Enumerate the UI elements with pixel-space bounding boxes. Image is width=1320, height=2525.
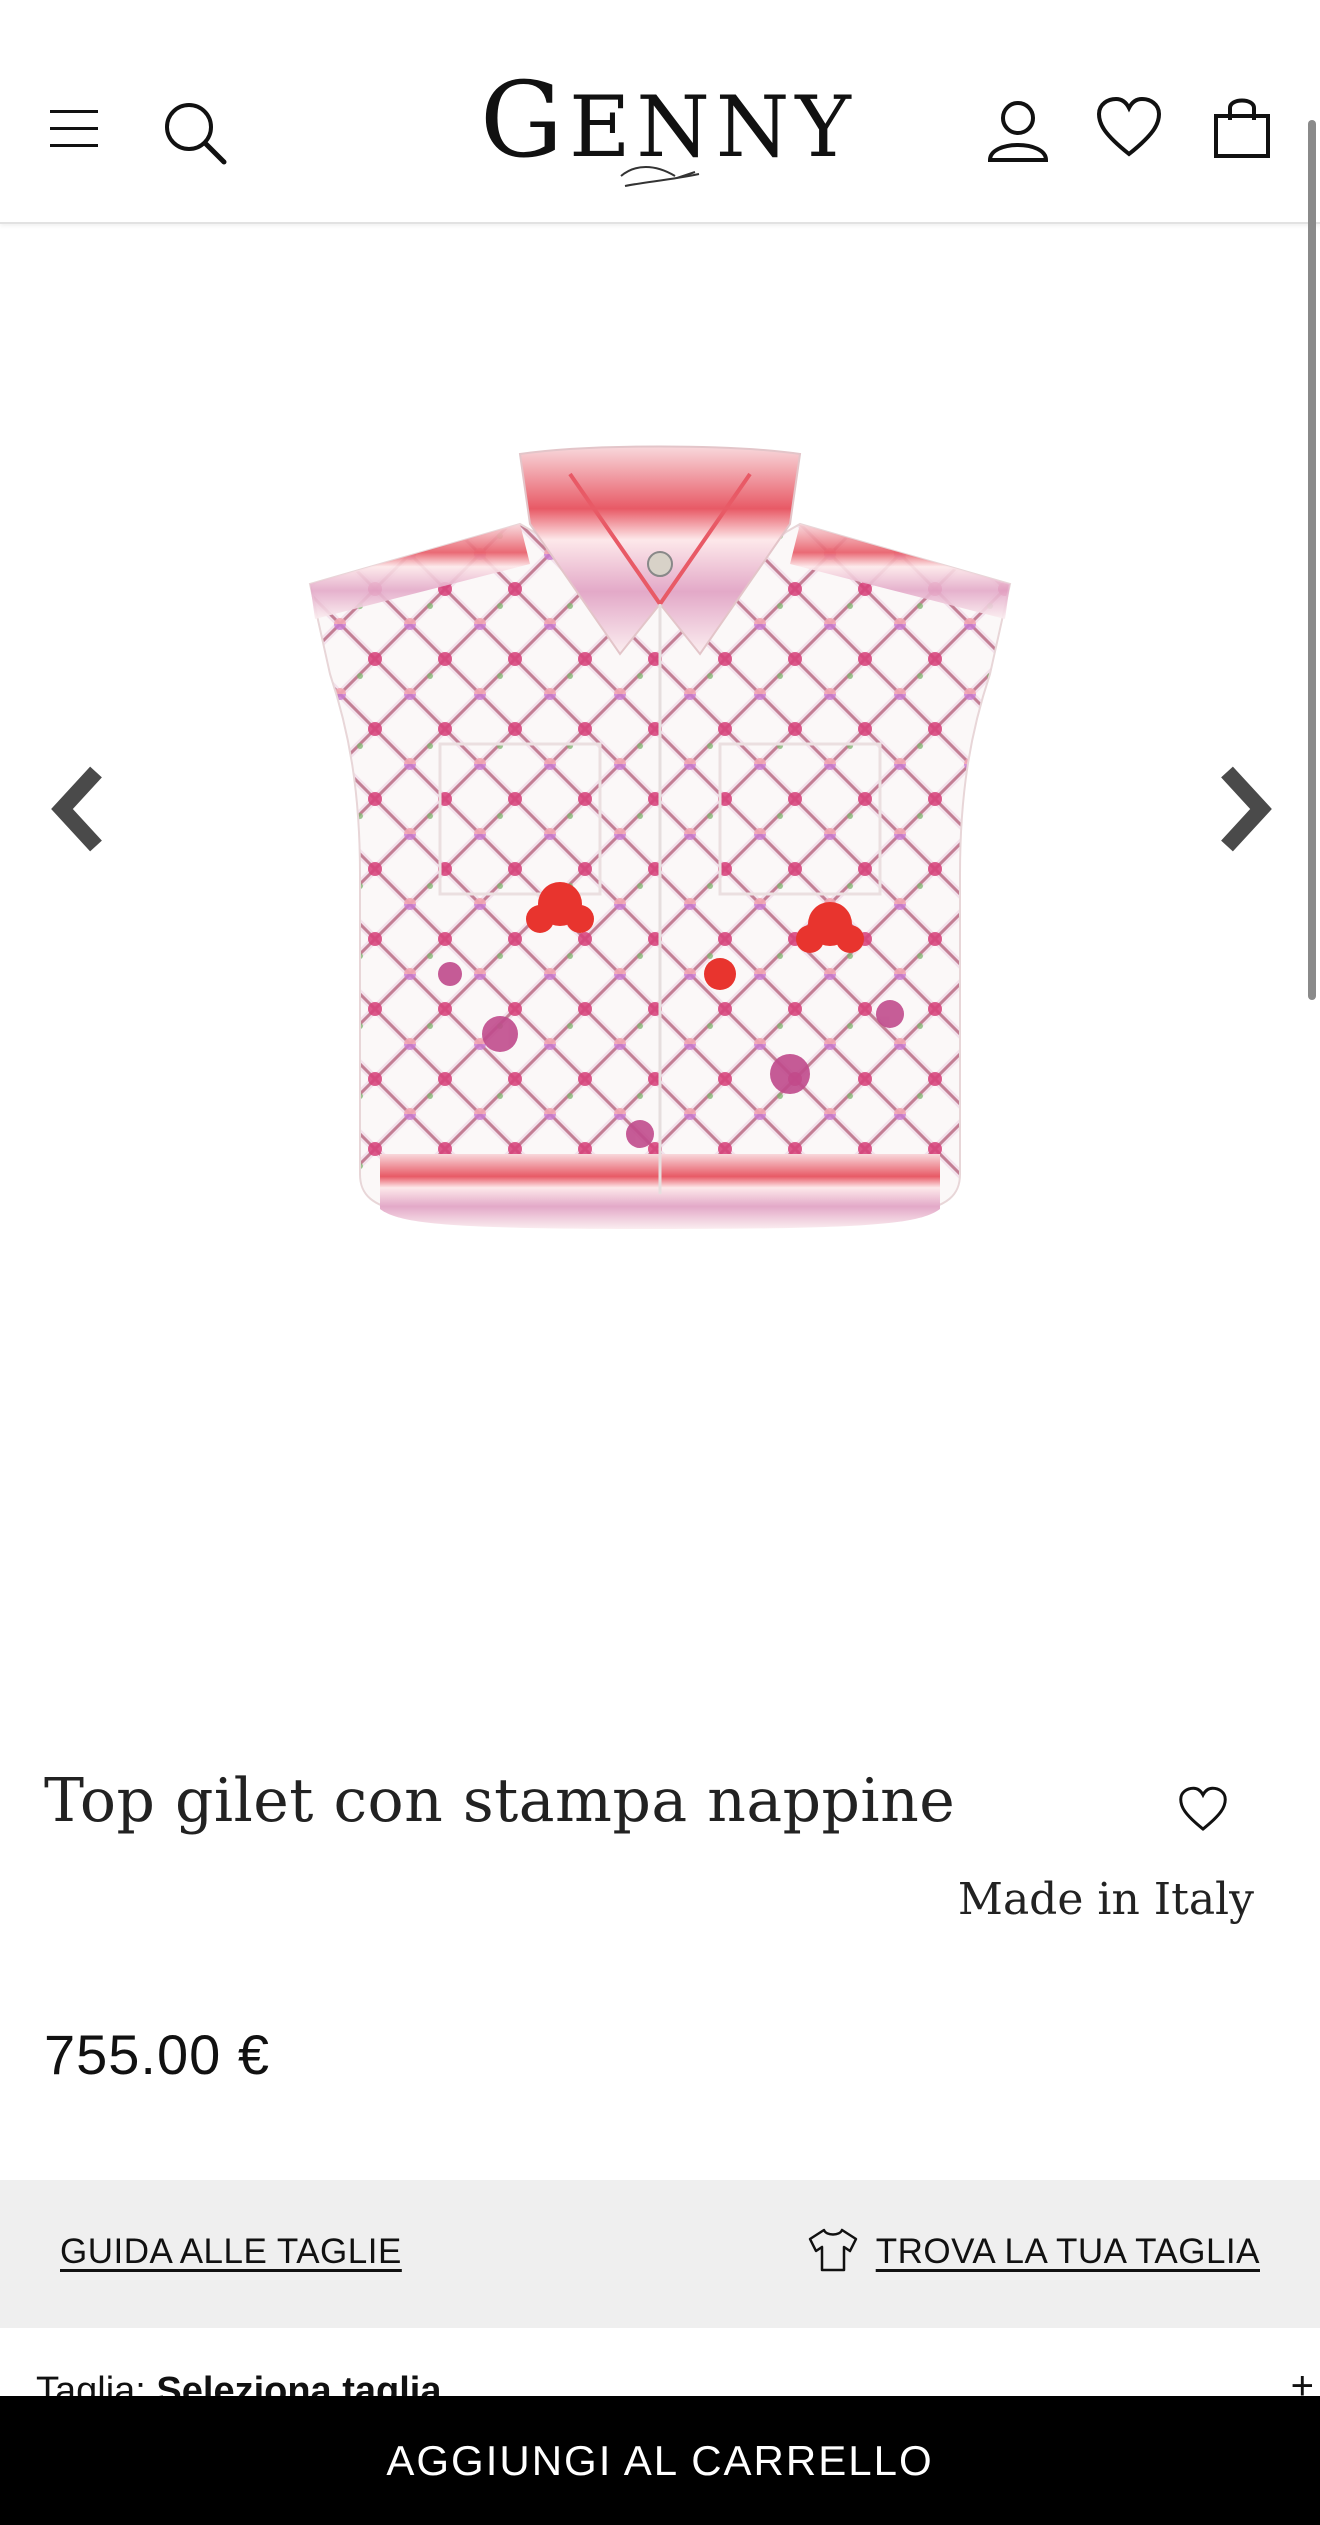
- find-your-size-label: TROVA LA TUA TAGLIA: [875, 2232, 1260, 2271]
- logo-signature-icon: [620, 166, 700, 187]
- menu-icon[interactable]: [48, 108, 102, 150]
- size-guide-link[interactable]: GUIDA ALLE TAGLIE: [60, 2232, 402, 2272]
- product-title: Top gilet con stampa nappine: [44, 1766, 956, 1836]
- tshirt-icon: [808, 2228, 857, 2271]
- shopping-bag-icon[interactable]: [1212, 94, 1272, 160]
- product-price: 755.00 €: [44, 2023, 270, 2086]
- add-to-cart-button[interactable]: AGGIUNGI AL CARRELLO: [0, 2396, 1320, 2525]
- site-header: GENNY: [0, 0, 1320, 224]
- search-icon[interactable]: [160, 98, 230, 168]
- logo-wordmark: GENNY: [480, 59, 857, 181]
- chevron-left-icon[interactable]: [48, 764, 108, 854]
- brand-logo[interactable]: GENNY: [480, 59, 857, 192]
- wishlist-icon[interactable]: [1096, 96, 1162, 158]
- made-in-label: Made in Italy: [957, 1874, 1254, 1925]
- product-image[interactable]: [270, 414, 1050, 1234]
- chevron-right-icon[interactable]: [1215, 764, 1275, 854]
- account-icon[interactable]: [986, 98, 1050, 162]
- find-your-size-link[interactable]: TROVA LA TUA TAGLIA: [806, 2228, 1260, 2273]
- size-tools-band: GUIDA ALLE TAGLIE TROVA LA TUA TAGLIA: [0, 2180, 1320, 2328]
- page-scrollbar[interactable]: [1308, 120, 1316, 1000]
- add-to-wishlist-icon[interactable]: [1178, 1786, 1228, 1832]
- product-gallery: [0, 224, 1320, 1724]
